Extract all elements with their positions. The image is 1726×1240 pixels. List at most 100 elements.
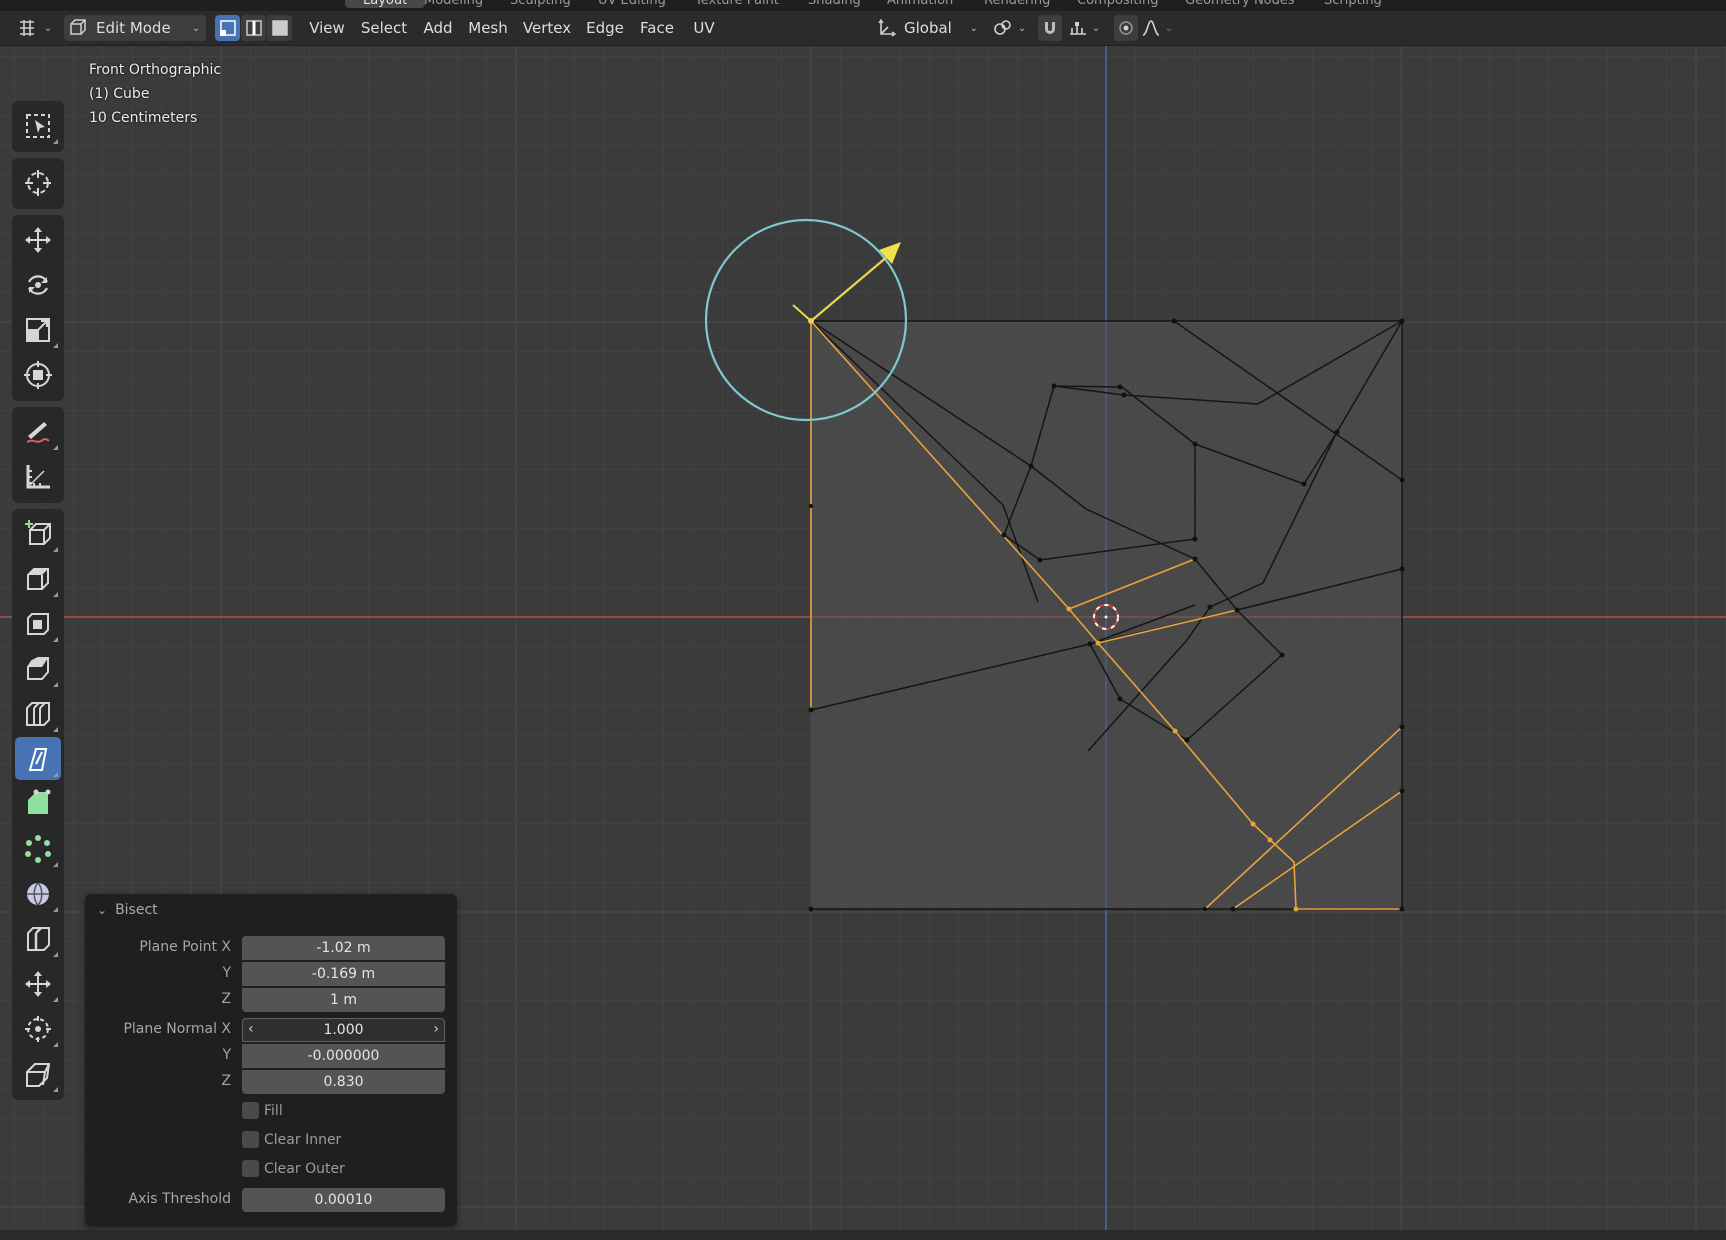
edge-select-mode-button[interactable]: [241, 15, 266, 41]
knife-bisect-tool[interactable]: [15, 737, 61, 780]
plane-normal-z-field[interactable]: 0.830: [242, 1070, 445, 1094]
menu-view[interactable]: View: [308, 15, 346, 41]
checkbox-box[interactable]: [242, 1131, 259, 1148]
vertex-select-icon: [219, 20, 236, 36]
clear-inner-checkbox[interactable]: Clear Inner: [242, 1131, 341, 1148]
vertex-select-mode-button[interactable]: [215, 15, 240, 41]
extrude-region-tool[interactable]: [15, 557, 61, 600]
vertex: [808, 707, 814, 713]
fill-checkbox[interactable]: Fill: [242, 1102, 283, 1119]
menu-uv[interactable]: UV: [690, 15, 718, 41]
cursor-center: [1104, 615, 1108, 619]
shrink-fatten-icon: [25, 970, 51, 997]
plane-point-y-field[interactable]: -0.169 m: [242, 962, 445, 986]
bisect-normal-arrow[interactable]: [810, 255, 889, 322]
shrink-fatten-tool[interactable]: [15, 962, 61, 1005]
workspace-tab-uv-editing[interactable]: UV Editing: [598, 0, 666, 8]
tool-options-indicator: [53, 1087, 58, 1092]
move-tool[interactable]: [15, 218, 61, 261]
menu-vertex[interactable]: Vertex: [522, 15, 572, 41]
bevel-tool[interactable]: [15, 647, 61, 690]
poly-build-tool[interactable]: [15, 782, 61, 825]
snap-toggle-button[interactable]: [1038, 15, 1062, 41]
checkbox-box[interactable]: [242, 1160, 259, 1177]
workspace-tab-sculpting[interactable]: Sculpting: [510, 0, 571, 8]
bisect-gizmo-circle[interactable]: [704, 218, 908, 422]
inset-faces-tool[interactable]: [15, 602, 61, 645]
vertex: [1234, 607, 1240, 613]
menu-edge[interactable]: Edge: [586, 15, 624, 41]
plane-normal-x-row: Plane Normal X ‹ 1.000 ›: [85, 1018, 457, 1042]
plane-point-y-row: Y -0.169 m: [85, 962, 457, 986]
plane-point-z-row: Z 1 m: [85, 988, 457, 1012]
vertex: [1203, 907, 1207, 911]
measure-tool[interactable]: [15, 455, 61, 498]
viewport-header: ⌄ Edit Mode ⌄ View Select Add Mesh Verte…: [0, 11, 1726, 46]
workspace-tab-shading[interactable]: Shading: [808, 0, 861, 8]
pivot-point-icon: [993, 20, 1011, 35]
annotate-tool[interactable]: [15, 410, 61, 453]
face-select-mode-button[interactable]: [267, 15, 292, 41]
plane-normal-y-label: Y: [222, 1047, 231, 1063]
clear-outer-checkbox[interactable]: Clear Outer: [242, 1160, 345, 1177]
workspace-tab-rendering[interactable]: Rendering: [984, 0, 1050, 8]
chevron-down-icon: ⌄: [1017, 22, 1027, 34]
vertex: [1171, 318, 1177, 324]
cursor-tool[interactable]: [15, 161, 61, 204]
tool-options-indicator: [53, 772, 58, 777]
to-sphere-icon: [25, 1015, 51, 1042]
fill-label: Fill: [264, 1102, 283, 1119]
increment-arrow-icon[interactable]: ›: [433, 1021, 439, 1037]
select-box-tool[interactable]: [15, 104, 61, 147]
vertex: [1192, 441, 1198, 447]
editor-type-button[interactable]: ⌄: [16, 15, 54, 41]
workspace-tab-modeling[interactable]: Modeling: [424, 0, 483, 8]
add-cube-tool[interactable]: [15, 512, 61, 555]
vertex: [1250, 821, 1256, 827]
vertex: [1399, 788, 1405, 794]
pivot-point-dropdown[interactable]: ⌄: [990, 15, 1028, 41]
menu-face[interactable]: Face: [638, 15, 676, 41]
loop-cut-tool[interactable]: [15, 692, 61, 735]
poly-build-icon: [28, 789, 51, 814]
vertex: [1184, 737, 1190, 743]
3d-viewport[interactable]: Front Orthographic (1) Cube 10 Centimete…: [0, 46, 1726, 1230]
transform-orientation-dropdown[interactable]: Global ⌄: [876, 15, 980, 41]
decrement-arrow-icon[interactable]: ‹: [248, 1021, 254, 1037]
plane-normal-y-field[interactable]: -0.000000: [242, 1044, 445, 1068]
shear-tool[interactable]: [15, 1052, 61, 1095]
mode-dropdown[interactable]: Edit Mode ⌄: [64, 15, 206, 41]
loop-cut-icon: [26, 701, 50, 726]
smooth-tool[interactable]: [15, 872, 61, 915]
workspace-tab-layout[interactable]: Layout: [345, 0, 426, 8]
proportional-falloff-dropdown[interactable]: ⌄: [1140, 15, 1174, 41]
falloff-curve-icon: [1142, 20, 1160, 36]
plane-point-z-field[interactable]: 1 m: [242, 988, 445, 1012]
plane-point-x-field[interactable]: -1.02 m: [242, 936, 445, 960]
edge-slide-tool[interactable]: [15, 917, 61, 960]
bisect-panel-header[interactable]: ⌄ Bisect: [97, 902, 158, 918]
scale-tool[interactable]: [15, 308, 61, 351]
scale-icon: [26, 317, 50, 342]
menu-mesh[interactable]: Mesh: [468, 15, 508, 41]
proportional-editing-button[interactable]: [1114, 15, 1138, 41]
to-sphere-tool[interactable]: [15, 1007, 61, 1050]
plane-normal-x-field[interactable]: ‹ 1.000 ›: [242, 1018, 445, 1042]
workspace-tab-geometry-nodes[interactable]: Geometry Nodes: [1185, 0, 1295, 8]
snap-target-dropdown[interactable]: ⌄: [1064, 15, 1104, 41]
workspace-tab-texture-paint[interactable]: Texture Paint: [695, 0, 779, 8]
workspace-tab-scripting[interactable]: Scripting: [1324, 0, 1382, 8]
checkbox-box[interactable]: [242, 1102, 259, 1119]
tool-options-indicator: [53, 343, 58, 348]
vertex: [1001, 532, 1007, 538]
axis-threshold-field[interactable]: 0.00010: [242, 1188, 445, 1212]
menu-select[interactable]: Select: [360, 15, 408, 41]
rotate-tool[interactable]: [15, 263, 61, 306]
spin-tool[interactable]: [15, 827, 61, 870]
vertex: [1051, 383, 1057, 389]
menu-add[interactable]: Add: [422, 15, 454, 41]
tool-options-indicator: [53, 862, 58, 867]
workspace-tab-compositing[interactable]: Compositing: [1077, 0, 1159, 8]
transform-tool[interactable]: [15, 353, 61, 396]
workspace-tab-animation[interactable]: Animation: [887, 0, 953, 8]
